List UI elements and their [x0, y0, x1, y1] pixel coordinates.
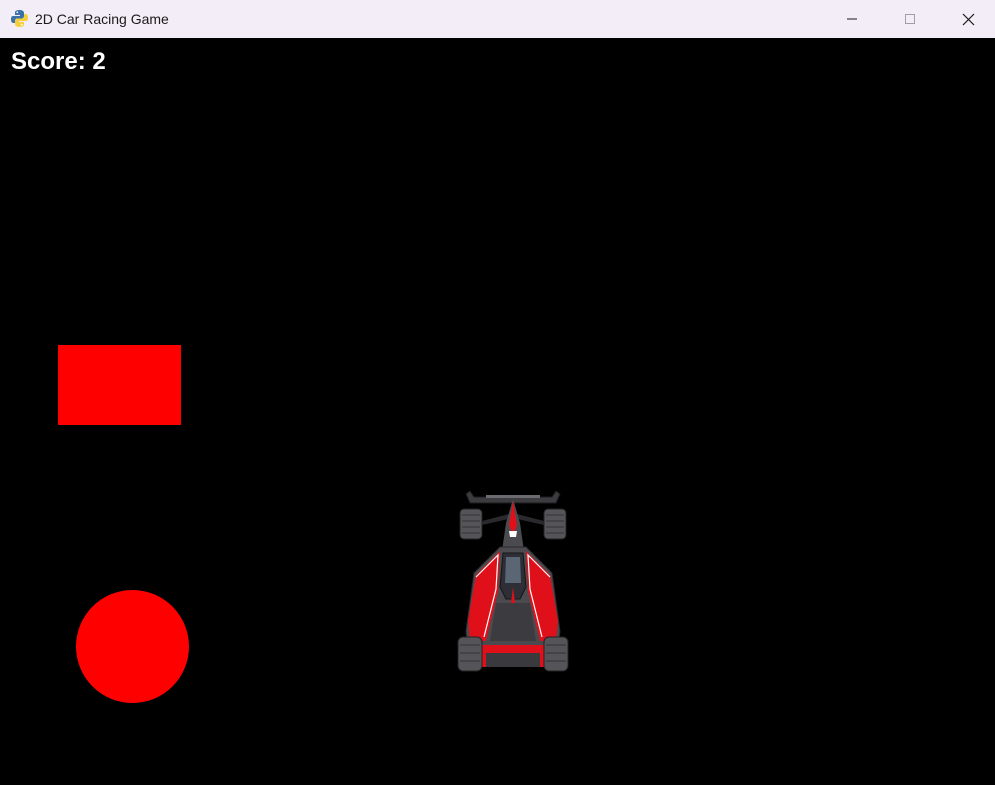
score-display: Score: 2 [11, 48, 106, 75]
minimize-button[interactable] [823, 0, 881, 38]
minimize-icon [847, 18, 857, 20]
rectangle-obstacle [58, 345, 181, 425]
game-window: 2D Car Racing Game Score: 2 [0, 0, 995, 785]
maximize-icon [905, 14, 915, 24]
player-race-car [457, 491, 569, 672]
maximize-button[interactable] [881, 0, 939, 38]
python-snake-icon [10, 9, 29, 28]
circle-obstacle [76, 590, 189, 703]
close-button[interactable] [939, 0, 995, 38]
title-bar[interactable]: 2D Car Racing Game [0, 0, 995, 38]
close-icon [962, 13, 974, 25]
game-canvas[interactable]: Score: 2 [0, 38, 995, 785]
window-title: 2D Car Racing Game [35, 11, 169, 27]
